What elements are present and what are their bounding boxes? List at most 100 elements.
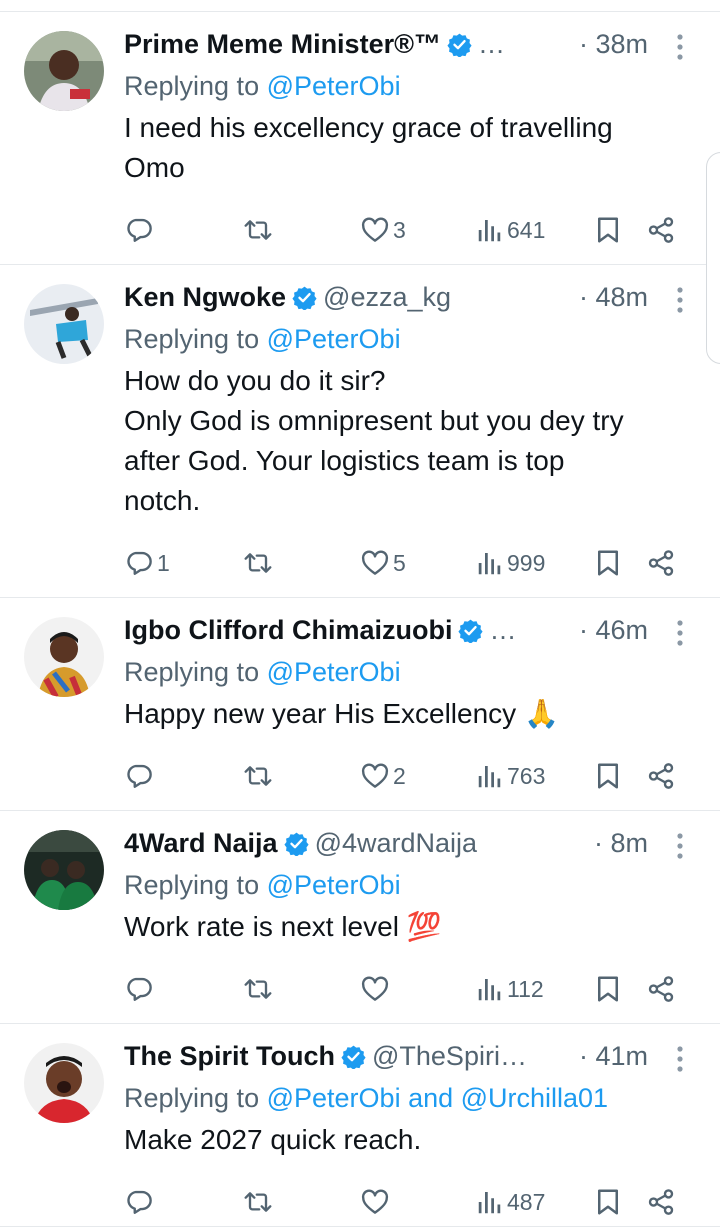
bookmark-icon xyxy=(594,761,622,791)
action-bar: 3 641 xyxy=(124,210,680,250)
verified-badge-icon xyxy=(458,618,484,643)
reply-button[interactable] xyxy=(124,1182,157,1222)
share-button[interactable] xyxy=(646,210,676,250)
avatar[interactable] xyxy=(24,284,104,364)
bookmark-button[interactable] xyxy=(594,969,622,1009)
views-button[interactable]: 487 xyxy=(476,1182,545,1222)
bookmark-button[interactable] xyxy=(594,543,622,583)
reply-button[interactable] xyxy=(124,756,157,796)
reply-icon xyxy=(124,215,154,245)
view-count: 112 xyxy=(507,975,544,1002)
mention-link[interactable]: @PeterObi xyxy=(267,657,401,687)
more-icon[interactable] xyxy=(674,286,686,314)
view-count: 763 xyxy=(507,762,546,789)
replying-to: Replying to @PeterObi xyxy=(124,321,401,357)
display-name[interactable]: Prime Meme Minister®™ xyxy=(124,26,441,62)
reply-card[interactable]: The Spirit Touch @TheSpiri… · 41m Replying … xyxy=(0,1024,720,1227)
like-count: 5 xyxy=(393,549,406,576)
action-bar: 487 xyxy=(124,1182,680,1222)
share-icon xyxy=(646,1187,676,1217)
retweet-button[interactable] xyxy=(242,543,277,583)
views-icon xyxy=(476,215,504,245)
like-icon xyxy=(360,215,390,245)
like-icon xyxy=(360,974,390,1004)
reply-icon xyxy=(124,761,154,791)
avatar[interactable] xyxy=(24,617,104,697)
retweet-button[interactable] xyxy=(242,210,277,250)
mention-link[interactable]: @PeterObi xyxy=(267,71,401,101)
mention-link[interactable]: @PeterObi xyxy=(267,324,401,354)
share-button[interactable] xyxy=(646,969,676,1009)
bookmark-icon xyxy=(594,974,622,1004)
like-button[interactable] xyxy=(360,969,393,1009)
avatar[interactable] xyxy=(24,830,104,910)
reply-header: Prime Meme Minister®™… xyxy=(124,26,610,62)
verified-badge-icon xyxy=(341,1044,366,1069)
mention-link[interactable]: @PeterObi and @Urchilla01 xyxy=(267,1083,608,1113)
display-name[interactable]: Ken Ngwoke xyxy=(124,279,286,315)
avatar[interactable] xyxy=(24,31,104,111)
bookmark-button[interactable] xyxy=(594,756,622,796)
like-icon xyxy=(360,548,390,578)
views-icon xyxy=(476,761,504,791)
views-button[interactable]: 641 xyxy=(476,210,545,250)
bookmark-icon xyxy=(594,548,622,578)
reply-card[interactable]: Ken Ngwoke @ezza_kg · 48m Replying to @Pete… xyxy=(0,265,720,598)
bookmark-button[interactable] xyxy=(594,210,622,250)
retweet-button[interactable] xyxy=(242,756,277,796)
avatar[interactable] xyxy=(24,1043,104,1123)
more-icon[interactable] xyxy=(674,1045,686,1073)
views-button[interactable]: 112 xyxy=(476,969,544,1009)
more-icon[interactable] xyxy=(674,33,686,61)
reply-count: 1 xyxy=(157,549,170,576)
timestamp[interactable]: · 8m xyxy=(594,825,648,861)
display-name[interactable]: Igbo Clifford Chimaizuobi xyxy=(124,612,452,648)
share-icon xyxy=(646,761,676,791)
reply-button[interactable]: 1 xyxy=(124,543,170,583)
view-count: 487 xyxy=(507,1188,546,1215)
reply-button[interactable] xyxy=(124,969,157,1009)
timestamp[interactable]: · 48m xyxy=(579,279,648,315)
timestamp[interactable]: · 46m xyxy=(579,612,648,648)
views-button[interactable]: 763 xyxy=(476,756,545,796)
share-button[interactable] xyxy=(646,1182,676,1222)
share-icon xyxy=(646,548,676,578)
more-icon[interactable] xyxy=(674,619,686,647)
reply-icon xyxy=(124,974,154,1004)
like-button[interactable]: 2 xyxy=(360,756,406,796)
like-icon xyxy=(360,761,390,791)
like-button[interactable]: 3 xyxy=(360,210,406,250)
user-handle[interactable]: @ezza_kg xyxy=(323,279,610,315)
reply-header: The Spirit Touch @TheSpiri… xyxy=(124,1038,610,1074)
reply-button[interactable] xyxy=(124,210,157,250)
replying-to-label: Replying to xyxy=(124,657,260,687)
more-icon[interactable] xyxy=(674,832,686,860)
share-button[interactable] xyxy=(646,756,676,796)
bookmark-icon xyxy=(594,215,622,245)
verified-badge-icon xyxy=(447,32,472,57)
scroll-handle[interactable] xyxy=(706,152,720,364)
replying-to-label: Replying to xyxy=(124,870,260,900)
bookmark-button[interactable] xyxy=(594,1182,622,1222)
retweet-icon xyxy=(242,1187,274,1217)
views-button[interactable]: 999 xyxy=(476,543,545,583)
share-button[interactable] xyxy=(646,543,676,583)
display-name[interactable]: The Spirit Touch xyxy=(124,1038,335,1074)
like-button[interactable] xyxy=(360,1182,393,1222)
user-handle[interactable]: @4wardNaija xyxy=(315,825,610,861)
verified-badge-icon xyxy=(283,831,309,856)
retweet-button[interactable] xyxy=(242,969,277,1009)
retweet-button[interactable] xyxy=(242,1182,277,1222)
display-name[interactable]: 4Ward Naija xyxy=(124,825,278,861)
timestamp[interactable]: · 38m xyxy=(579,26,648,62)
mention-link[interactable]: @PeterObi xyxy=(267,870,401,900)
bookmark-icon xyxy=(594,1187,622,1217)
reply-text: Happy new year His Excellency 🙏 xyxy=(124,698,559,729)
reply-card[interactable]: 4Ward Naija @4wardNaija · 8m Replying to @P… xyxy=(0,811,720,1024)
replying-to-label: Replying to xyxy=(124,1083,260,1113)
reply-card[interactable]: Igbo Clifford Chimaizuobi… · 46m Replying … xyxy=(0,598,720,811)
like-button[interactable]: 5 xyxy=(360,543,406,583)
user-handle[interactable]: @TheSpiri… xyxy=(372,1038,610,1074)
reply-card[interactable]: Prime Meme Minister®™… · 38m Replying to @… xyxy=(0,12,720,265)
timestamp[interactable]: · 41m xyxy=(579,1038,648,1074)
